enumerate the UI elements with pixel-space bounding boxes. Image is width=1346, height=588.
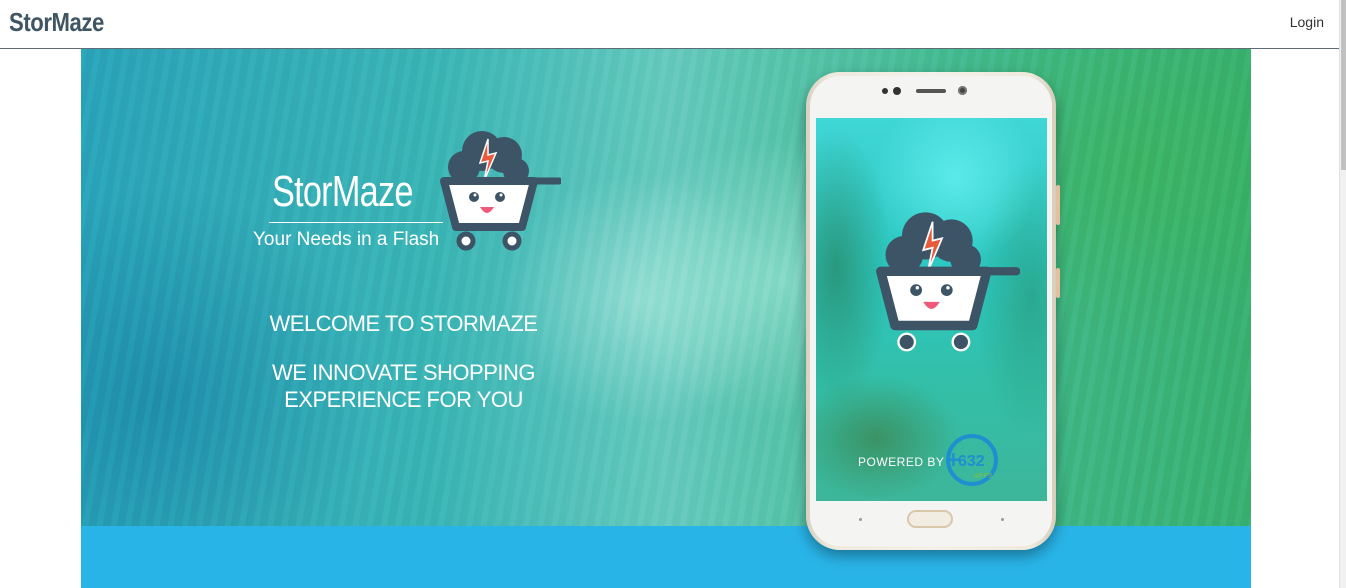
- app-cart-mascot-icon: [876, 212, 1020, 352]
- innovate-line-2: EXPERIENCE FOR YOU: [284, 387, 523, 412]
- selfie-camera-icon: [958, 86, 967, 95]
- hero-logo-wordmark: StorMaze: [272, 167, 413, 216]
- sensor-icon: [893, 87, 901, 95]
- brand-logo[interactable]: StorMaze: [9, 7, 104, 38]
- phone-volume-button: [1056, 185, 1060, 225]
- powered-by-label: POWERED BY: [858, 455, 945, 469]
- blue-band: [81, 526, 1251, 588]
- front-camera-icon: [882, 88, 888, 94]
- hero-banner: StorMaze Your Needs in a Flash WELCOME T…: [81, 49, 1251, 526]
- badge-sub: APPS: [974, 473, 993, 480]
- badge-number: 632: [958, 453, 985, 470]
- page-scrollbar[interactable]: [1339, 0, 1346, 588]
- phone-home-button: [907, 510, 953, 528]
- phone-dot-left: [859, 518, 862, 521]
- welcome-heading: WELCOME TO STORMAZE: [269, 311, 538, 336]
- hero-tagline: Your Needs in a Flash: [253, 229, 440, 250]
- 632-apps-badge-icon: + 632 APPS: [945, 434, 998, 486]
- hero-logo: StorMaze Your Needs in a Flash: [251, 129, 561, 259]
- phone-screen: [816, 118, 1047, 501]
- logo-divider: [269, 222, 443, 223]
- innovate-heading: WE INNOVATE SHOPPING EXPERIENCE FOR YOU: [241, 359, 566, 413]
- login-link[interactable]: Login: [1290, 14, 1324, 30]
- phone-dot-right: [1001, 518, 1004, 521]
- innovate-line-1: WE INNOVATE SHOPPING: [272, 360, 536, 385]
- top-navbar: StorMaze Login: [0, 0, 1340, 49]
- scrollbar-thumb[interactable]: [1341, 0, 1346, 170]
- cart-mascot-icon: [440, 131, 561, 251]
- speaker-grille: [916, 89, 946, 93]
- phone-power-button: [1056, 268, 1060, 298]
